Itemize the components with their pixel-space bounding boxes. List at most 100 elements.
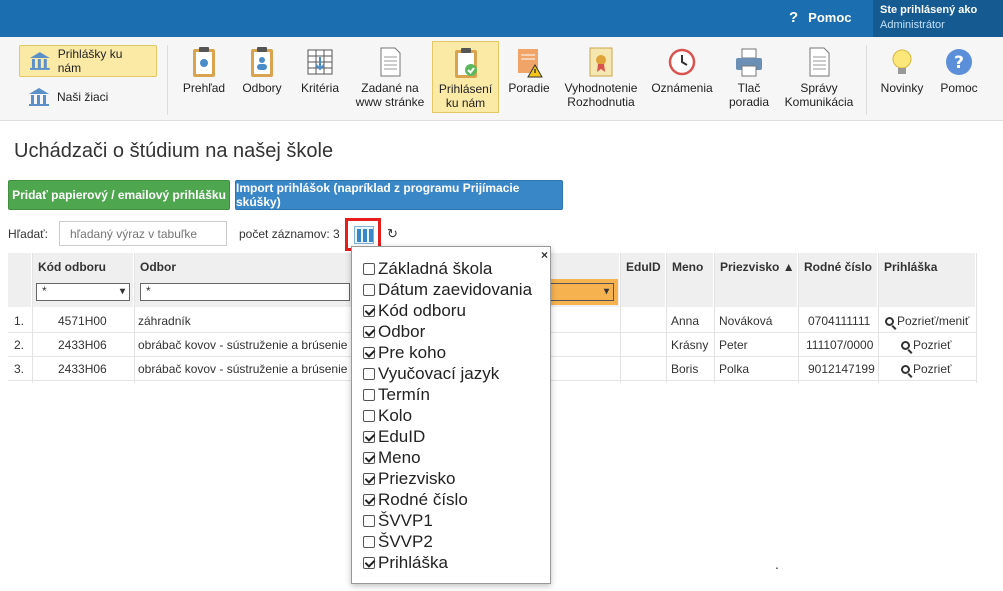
filter-pre-koho[interactable]: ▾ [548,283,614,301]
checkbox[interactable] [363,514,375,527]
cell-meno: Boris [671,362,699,376]
cell-priezvisko: Polka [719,362,750,376]
filter-value: * [146,284,151,298]
toolbar-submitted-web[interactable]: Zadané na www stránke [354,41,426,113]
column-option[interactable]: Priezvisko [363,468,455,489]
column-option-label: Kolo [378,405,413,425]
import-applications-button[interactable]: Import prihlášok (napríklad z programu P… [235,180,563,210]
toolbar-print-ranking[interactable]: Tlač poradia [724,41,774,113]
toolbar-label: Oznámenia [651,81,713,95]
column-option-label: Dátum zaevidovania [378,279,533,299]
column-option[interactable]: Termín [363,384,430,405]
filter-odbor[interactable]: * [140,283,350,301]
view-link[interactable]: Pozrieť [901,338,952,352]
toolbar-help[interactable]: ? Pomoc [934,41,984,113]
column-option[interactable]: ŠVVP2 [363,531,433,552]
header-label: EduID [626,260,661,274]
checkbox[interactable] [363,262,375,275]
toolbar-evaluation[interactable]: Vyhodnotenie Rozhodnutia [560,41,642,113]
cell-odbor: obrábač kovov - sústruženie a brúsenie [138,362,348,376]
toolbar-overview[interactable]: Prehľad [178,41,230,113]
checkbox[interactable] [363,556,375,569]
clipboard-person-icon [251,47,273,77]
cell-rodne-cislo: 9012147199 [808,362,875,376]
column-option[interactable]: Meno [363,447,421,468]
document-icon [380,47,401,77]
header-label: Rodné číslo [804,260,873,274]
page-title: Uchádzači o štúdium na našej škole [14,140,334,162]
checkbox[interactable] [363,388,375,401]
checkbox[interactable] [363,409,375,422]
toolbar-notices[interactable]: Oznámenia [648,41,716,113]
header-meno[interactable]: Meno [666,253,714,307]
checkbox[interactable] [363,535,375,548]
checkbox[interactable] [363,367,375,380]
checkbox[interactable] [363,472,375,485]
view-label: Pozrieť [913,338,952,352]
side-button-our-students[interactable]: Naši žiaci [19,82,157,112]
cell-odbor: záhradník [138,314,191,328]
column-option[interactable]: Prihláška [363,552,448,573]
school-icon [29,52,50,70]
column-option-label: Meno [378,447,421,467]
header-kod-odboru[interactable]: Kód odboru * ▾ [32,253,134,307]
checkbox[interactable] [363,493,375,506]
header-rodne-cislo[interactable]: Rodné číslo [798,253,878,307]
checkbox[interactable] [363,325,375,338]
column-option[interactable]: Základná škola [363,258,492,279]
side-button-applications[interactable]: Prihlášky ku nám [19,45,157,77]
column-option[interactable]: EduID [363,426,425,447]
toolbar-label: Prihlásení ku nám [438,82,493,110]
toolbar-ranking[interactable]: Poradie [504,41,554,113]
cell-rodne-cislo: 0704111111 [808,314,871,328]
checkbox[interactable] [363,451,375,464]
lightbulb-icon [892,49,912,74]
column-option[interactable]: Vyučovací jazyk [363,363,499,384]
filter-kod-odboru[interactable]: * ▾ [36,283,130,301]
toolbar-applicants[interactable]: Prihlásení ku nám [432,41,499,113]
header-prihlaska[interactable]: Prihláška [878,253,976,307]
header-eduid[interactable]: EduID [620,253,666,307]
checkbox[interactable] [363,346,375,359]
column-option[interactable]: ŠVVP1 [363,510,433,531]
user-box[interactable]: Ste prihlásený ako Administrátor [873,0,1003,37]
search-input[interactable] [59,221,227,246]
document-icon [809,47,830,77]
search-label: Hľadať: [8,227,49,241]
column-divider [714,253,715,383]
column-option[interactable]: Pre koho [363,342,446,363]
column-option-label: ŠVVP2 [378,531,433,551]
column-option-label: Priezvisko [378,468,456,488]
separator [167,45,168,115]
certificate-icon [589,47,613,77]
checkbox[interactable] [363,430,375,443]
add-application-button[interactable]: Pridať papierový / emailový prihlášku [8,180,230,210]
toolbar-messages[interactable]: Správy Komunikácia [782,41,856,113]
checkbox[interactable] [363,304,375,317]
header-label: Prihláška [884,260,938,274]
cell-priezvisko: Nováková [719,314,773,328]
checkbox[interactable] [363,283,375,296]
clipboard-check-icon [454,48,477,78]
column-option[interactable]: Odbor [363,321,425,342]
refresh-icon[interactable]: ↻ [387,226,398,242]
header-priezvisko[interactable]: Priezvisko ▲ [714,253,798,307]
column-option[interactable]: Kolo [363,405,412,426]
toolbar-criteria[interactable]: Kritéria [296,41,344,113]
column-chooser-menu: × Základná škola Dátum zaevidovania Kód od… [351,246,551,584]
column-option[interactable]: Rodné číslo [363,489,468,510]
column-option-label: Vyučovací jazyk [378,363,500,383]
cell-kod: 2433H06 [58,362,107,376]
help-link[interactable]: ? Pomoc [789,9,852,26]
toolbar-news[interactable]: Novinky [876,41,928,113]
toolbar-label: Zadané na www stránke [355,81,425,109]
view-link[interactable]: Pozrieť [901,362,952,376]
close-icon[interactable]: × [541,248,548,262]
toolbar-fields[interactable]: Odbory [238,41,286,113]
column-option[interactable]: Dátum zaevidovania [363,279,532,300]
view-edit-link[interactable]: Pozrieť/meniť [885,314,969,328]
column-option[interactable]: Kód odboru [363,300,466,321]
toolbar-label: Správy Komunikácia [784,81,854,109]
toolbar-label: Vyhodnotenie Rozhodnutia [564,81,638,109]
view-label: Pozrieť/meniť [897,314,970,328]
